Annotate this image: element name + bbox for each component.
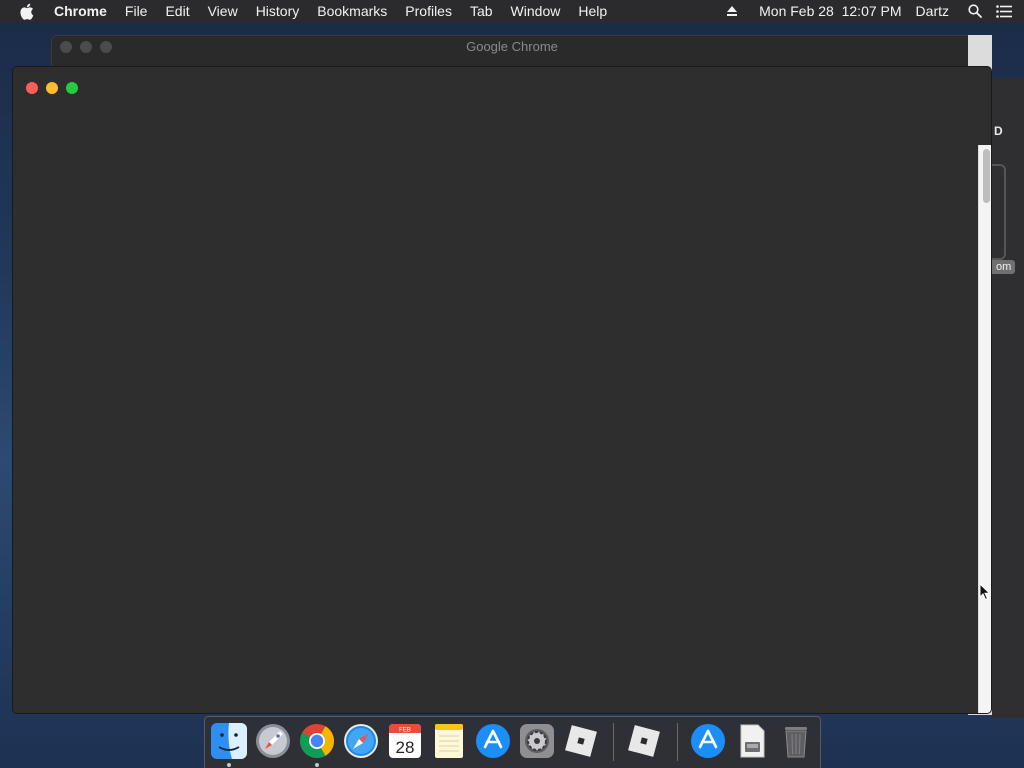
notes-icon[interactable] bbox=[430, 722, 468, 760]
menu-profiles[interactable]: Profiles bbox=[396, 0, 461, 22]
google-chrome-icon[interactable] bbox=[298, 722, 336, 760]
user-menu[interactable]: Dartz bbox=[909, 0, 961, 22]
minimize-button[interactable] bbox=[46, 82, 58, 94]
calendar-icon[interactable]: FEB 28 bbox=[386, 722, 424, 760]
menu-history[interactable]: History bbox=[247, 0, 309, 22]
roblox-icon[interactable] bbox=[562, 722, 600, 760]
menu-bar: Chrome File Edit View History Bookmarks … bbox=[0, 0, 1024, 22]
menu-app-chrome[interactable]: Chrome bbox=[54, 0, 116, 22]
menu-view[interactable]: View bbox=[199, 0, 247, 22]
window-title: Google Chrome bbox=[466, 39, 558, 54]
finder-running-indicator bbox=[227, 763, 231, 767]
clock[interactable]: Mon Feb 28 12:07 PM bbox=[752, 0, 908, 22]
menu-bookmarks[interactable]: Bookmarks bbox=[308, 0, 396, 22]
mouse-cursor-icon bbox=[979, 582, 991, 606]
zoom-button[interactable] bbox=[66, 82, 78, 94]
scrollbar-thumb[interactable] bbox=[983, 149, 990, 203]
right-edge-window-fragment: D om bbox=[992, 78, 1024, 718]
apple-menu-icon[interactable] bbox=[19, 3, 35, 20]
menu-file[interactable]: File bbox=[116, 0, 157, 22]
notification-center-icon[interactable] bbox=[989, 0, 1024, 22]
calendar-month: FEB bbox=[399, 728, 411, 734]
disk-image-icon[interactable] bbox=[733, 722, 771, 760]
close-button[interactable] bbox=[26, 82, 38, 94]
vertical-scrollbar[interactable] bbox=[978, 145, 991, 713]
trash-icon[interactable] bbox=[777, 722, 815, 760]
calendar-day: 28 bbox=[396, 738, 415, 757]
fragment-box bbox=[992, 164, 1006, 260]
dock-separator bbox=[677, 723, 678, 761]
app-store-download-icon[interactable] bbox=[689, 722, 727, 760]
menu-window[interactable]: Window bbox=[502, 0, 570, 22]
menu-edit[interactable]: Edit bbox=[156, 0, 198, 22]
launchpad-icon[interactable] bbox=[254, 722, 292, 760]
dock-separator bbox=[613, 723, 614, 761]
spotlight-search-icon[interactable] bbox=[961, 0, 989, 22]
main-window[interactable] bbox=[12, 66, 992, 714]
roblox-studio-icon[interactable] bbox=[625, 722, 663, 760]
fragment-letter: D bbox=[994, 124, 1003, 138]
system-preferences-icon[interactable] bbox=[518, 722, 556, 760]
safari-icon[interactable] bbox=[342, 722, 380, 760]
menu-help[interactable]: Help bbox=[569, 0, 616, 22]
app-store-icon[interactable] bbox=[474, 722, 512, 760]
eject-icon[interactable] bbox=[719, 0, 752, 22]
fragment-pill: om bbox=[992, 260, 1016, 274]
window-controls bbox=[26, 82, 78, 94]
finder-icon[interactable] bbox=[210, 722, 248, 760]
dock: FEB 28 bbox=[204, 716, 821, 768]
menu-bar-status-area: Mon Feb 28 12:07 PM Dartz bbox=[719, 0, 1024, 22]
menu-tab[interactable]: Tab bbox=[461, 0, 502, 22]
chrome-running-indicator bbox=[315, 763, 319, 767]
